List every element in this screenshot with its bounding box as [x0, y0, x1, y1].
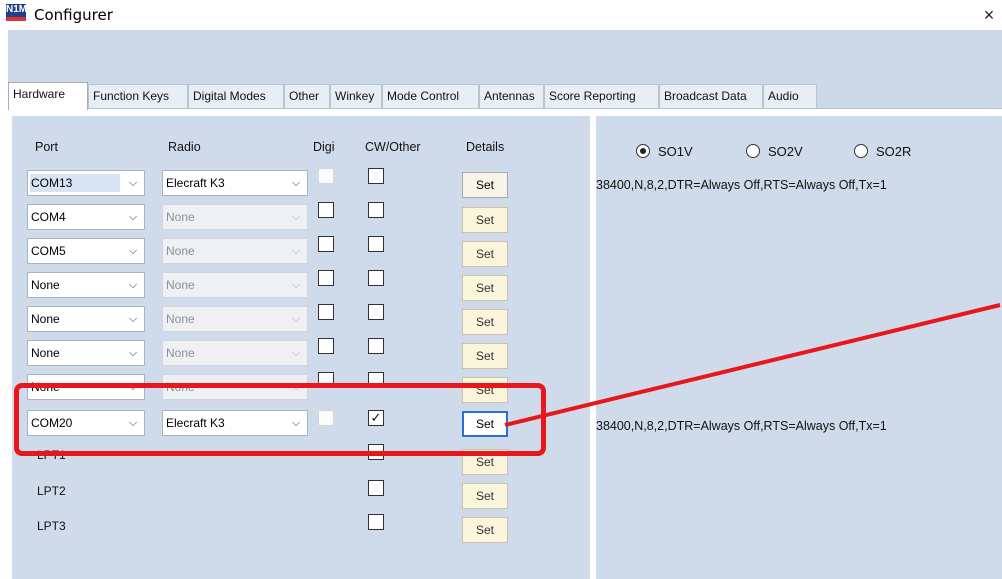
tab-hardware[interactable]: Hardware	[8, 82, 88, 110]
annotation-arrow	[504, 303, 1001, 427]
annotation-arrow-line	[504, 303, 1001, 427]
